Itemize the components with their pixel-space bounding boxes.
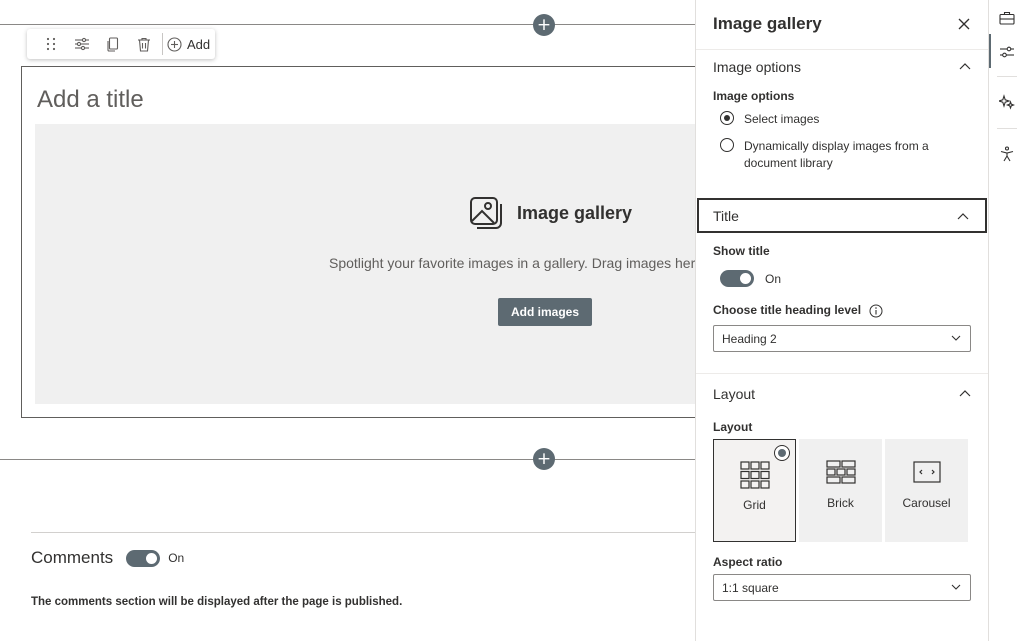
layout-section-header[interactable]: Layout	[697, 377, 987, 411]
image-options-section-label: Image options	[713, 59, 801, 75]
placeholder-title: Image gallery	[517, 202, 633, 223]
tile-label: Brick	[827, 496, 854, 510]
show-title-state: On	[765, 271, 782, 286]
add-circle-icon	[167, 36, 182, 52]
comments-note: The comments section will be displayed a…	[31, 596, 403, 608]
property-panel: Image gallery Image options Image option…	[695, 0, 988, 641]
rail-separator	[997, 128, 1017, 129]
aspect-ratio-dropdown[interactable]: 1:1 square	[713, 574, 971, 601]
drag-handle-icon[interactable]	[35, 29, 66, 59]
panel-separator	[696, 373, 988, 374]
sparkle-icon	[999, 94, 1015, 110]
close-icon[interactable]	[954, 14, 974, 34]
comments-toggle[interactable]	[126, 549, 161, 567]
add-images-button[interactable]: Add images	[498, 298, 592, 326]
chevron-up-icon	[959, 390, 971, 397]
layout-tile-carousel[interactable]: Carousel	[885, 439, 968, 542]
radio-label: Dynamically display images from a docume…	[744, 139, 929, 170]
image-gallery-webpart[interactable]: Add a title Image gallery Spotlight your…	[21, 66, 695, 418]
title-section-header[interactable]: Title	[697, 198, 987, 233]
info-icon[interactable]	[869, 304, 883, 318]
radio-label: Select images	[744, 112, 820, 126]
toolbox-button[interactable]	[993, 4, 1021, 32]
chevron-up-icon	[957, 213, 969, 220]
duplicate-icon[interactable]	[97, 29, 128, 59]
toggle-knob	[740, 273, 751, 284]
layout-tile-brick[interactable]: Brick	[799, 439, 882, 542]
tile-label: Grid	[743, 498, 766, 512]
selected-radio-icon	[774, 445, 790, 461]
carousel-layout-icon	[912, 461, 941, 483]
heading-level-dropdown[interactable]: Heading 2	[713, 325, 971, 352]
right-rail	[988, 0, 1024, 641]
edit-properties-icon[interactable]	[66, 29, 97, 59]
page-canvas: + Add Add a title Image gallery Spotligh…	[0, 0, 695, 641]
show-title-toggle[interactable]	[720, 270, 754, 287]
chevron-down-icon	[951, 584, 961, 590]
delete-icon[interactable]	[128, 29, 159, 59]
title-section-label: Title	[713, 207, 739, 224]
show-title-label: Show title	[713, 244, 770, 258]
design-ideas-button[interactable]	[993, 88, 1021, 116]
rail-separator	[997, 76, 1017, 77]
chevron-down-icon	[951, 335, 961, 341]
placeholder-description: Spotlight your favorite images in a gall…	[329, 255, 695, 271]
layout-tile-grid[interactable]: Grid	[713, 439, 796, 542]
accessibility-icon	[1000, 146, 1014, 162]
aspect-ratio-value: 1:1 square	[722, 580, 779, 595]
placeholder-header: Image gallery	[469, 196, 632, 230]
image-options-label: Image options	[713, 89, 795, 103]
radio-select-images[interactable]: Select images	[720, 111, 944, 128]
add-section-bottom-button[interactable]: +	[533, 448, 555, 470]
webpart-title-input[interactable]: Add a title	[37, 86, 144, 114]
image-gallery-icon	[470, 197, 502, 229]
accessibility-button[interactable]	[993, 140, 1021, 168]
heading-level-label: Choose title heading level	[713, 303, 862, 317]
webpart-toolbar: Add	[27, 29, 215, 59]
layout-section-label: Layout	[713, 386, 756, 402]
brick-layout-icon	[825, 460, 856, 484]
gallery-placeholder: Image gallery Spotlight your favorite im…	[35, 124, 695, 404]
sliders-icon	[1000, 46, 1014, 58]
add-button-label: Add	[187, 36, 211, 52]
radio-button	[720, 138, 734, 152]
comments-toggle-state: On	[168, 551, 185, 565]
radio-button	[720, 111, 734, 125]
heading-level-label-row: Choose title heading level	[713, 303, 883, 318]
image-options-section-header[interactable]: Image options	[697, 50, 987, 84]
grid-layout-icon	[739, 461, 770, 489]
radio-dynamic-images[interactable]: Dynamically display images from a docume…	[720, 138, 944, 172]
aspect-ratio-label: Aspect ratio	[713, 555, 783, 569]
panel-title: Image gallery	[713, 14, 822, 33]
layout-label: Layout	[713, 420, 753, 434]
toggle-knob	[146, 552, 158, 564]
properties-button[interactable]	[993, 38, 1021, 66]
section-divider-bottom	[0, 459, 695, 460]
add-section-top-button[interactable]: +	[533, 14, 555, 36]
active-indicator	[989, 34, 991, 68]
layout-options: Grid Brick Carousel	[713, 439, 968, 542]
comments-title: Comments	[31, 548, 114, 567]
add-button[interactable]: Add	[167, 37, 210, 52]
toolbar-separator	[162, 33, 163, 55]
chevron-up-icon	[959, 63, 971, 70]
section-divider-top	[0, 24, 695, 25]
show-title-row: On	[720, 270, 781, 287]
heading-level-value: Heading 2	[722, 331, 777, 346]
tile-label: Carousel	[902, 496, 951, 510]
comments-header: Comments On	[31, 548, 184, 568]
briefcase-icon	[999, 11, 1015, 25]
comments-divider	[31, 532, 695, 533]
